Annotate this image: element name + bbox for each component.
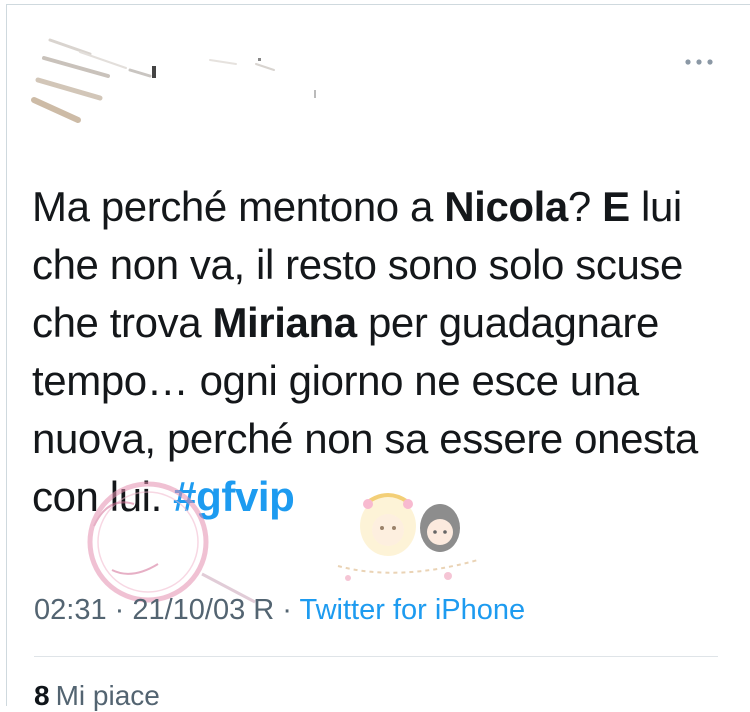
- likes-count: 8: [34, 680, 50, 711]
- more-options-button[interactable]: [682, 50, 716, 74]
- tweet-text-part: ?: [567, 183, 603, 230]
- mention-miriana: Miriana: [212, 299, 357, 346]
- watermark-cartoon-right: [328, 480, 488, 590]
- redacted-author-scribble: [31, 38, 316, 123]
- tweet-meta: 02:31 · 21/10/03 R · Twitter for iPhone: [34, 594, 525, 627]
- more-horizontal-icon: [685, 59, 713, 65]
- author-header-obscured[interactable]: [30, 20, 360, 140]
- tweet-text-part: Ma perché mentono a: [32, 183, 445, 230]
- mention-nicola: Nicola: [444, 183, 568, 230]
- divider: [34, 656, 718, 657]
- source-link[interactable]: Twitter for iPhone: [299, 594, 525, 626]
- likes-label: Mi piace: [55, 680, 160, 711]
- card-top-border: [6, 4, 750, 5]
- tweet-text-bold-e: E: [602, 183, 630, 230]
- watermark-stamp-left: [70, 470, 260, 610]
- card-left-border: [6, 4, 7, 706]
- timestamp[interactable]: 02:31 · 21/10/03 R ·: [34, 594, 299, 626]
- likes-link[interactable]: 8 Mi piace: [34, 680, 160, 712]
